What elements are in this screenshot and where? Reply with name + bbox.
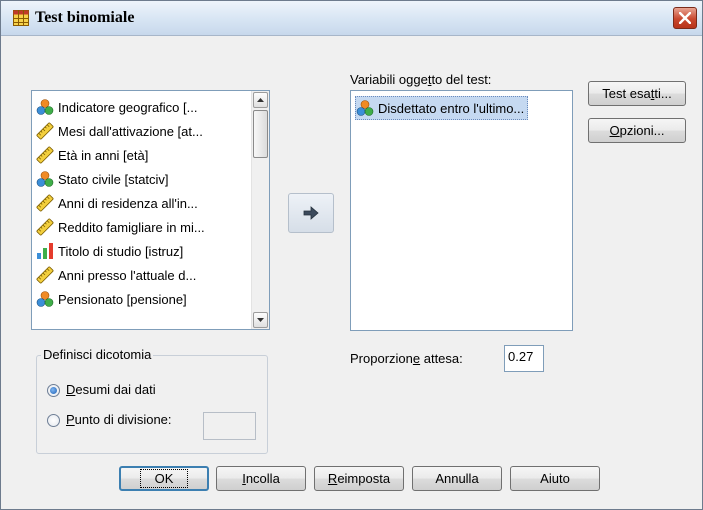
source-variable-item[interactable]: Anni di residenza all'in...	[36, 192, 198, 214]
test-variables-label: Variabili oggetto del test:	[350, 72, 491, 87]
test-variable-item-label: Disdettato entro l'ultimo...	[378, 100, 525, 116]
source-variable-item[interactable]: Reddito famigliare in mi...	[36, 216, 205, 238]
options-mnemonic: O	[609, 123, 620, 138]
source-variable-item-label: Età in anni [età]	[58, 147, 149, 163]
cut-point-text: unto di divisione:	[74, 412, 172, 427]
move-variable-button[interactable]	[288, 193, 334, 233]
nominal-icon	[36, 290, 54, 308]
nominal-icon	[356, 99, 374, 117]
scale-icon	[36, 218, 54, 236]
source-variable-item[interactable]: Mesi dall'attivazione [at...	[36, 120, 203, 142]
scale-icon	[36, 194, 54, 212]
from-data-mnemonic: D	[66, 382, 76, 397]
scale-icon	[36, 122, 54, 140]
close-button[interactable]	[673, 7, 697, 29]
scroll-thumb[interactable]	[253, 110, 268, 158]
scroll-up-button[interactable]	[253, 92, 268, 108]
test-variable-item[interactable]: Disdettato entro l'ultimo...	[355, 96, 529, 120]
reset-mnemonic: R	[327, 471, 338, 486]
source-variable-item[interactable]: Età in anni [età]	[36, 144, 148, 166]
close-icon	[679, 12, 691, 24]
dialog-title: Test binomiale	[35, 9, 135, 26]
expected-proportion-label: Proporzione attesa:	[350, 351, 463, 366]
title-bar[interactable]: Test binomiale	[1, 1, 702, 36]
arrow-up-icon	[257, 98, 264, 102]
nominal-icon	[36, 98, 54, 116]
source-variable-item[interactable]: Titolo di studio [istruz]	[36, 240, 183, 262]
source-variable-item-label: Indicatore geografico [...	[58, 99, 198, 115]
dialog-grid-icon	[13, 10, 29, 26]
reset-button[interactable]: Reimposta	[314, 466, 404, 491]
paste-button[interactable]: Incolla	[216, 466, 306, 491]
reset-label: eimposta	[337, 471, 391, 486]
cancel-button[interactable]: Annulla	[412, 466, 502, 491]
source-variable-item-label: Reddito famigliare in mi...	[58, 219, 205, 235]
expected-proportion-field[interactable]: 0.27	[504, 345, 544, 372]
source-variable-item-label: Stato civile [statciv]	[58, 171, 169, 187]
from-data-text: esumi dai dati	[75, 382, 156, 397]
exact-tests-label: Test esa	[602, 86, 651, 101]
source-variable-item-label: Mesi dall'attivazione [at...	[58, 123, 203, 139]
help-button[interactable]: Aiuto	[510, 466, 600, 491]
expected-proportion-text: attesa:	[420, 351, 463, 366]
arrow-down-icon	[257, 318, 264, 322]
source-variable-item[interactable]: Indicatore geografico [...	[36, 96, 197, 118]
scale-icon	[36, 266, 54, 284]
cut-point-mnemonic: P	[66, 412, 75, 427]
ordinal-icon	[36, 242, 54, 260]
exact-tests-button[interactable]: Test esa t ti...	[588, 81, 686, 106]
source-variable-item-label: Pensionato [pensione]	[58, 291, 187, 307]
ok-label: OK	[139, 469, 189, 488]
expected-proportion-text: Proporzion	[350, 351, 413, 366]
cut-point-radio[interactable]	[47, 414, 60, 427]
source-variable-item-label: Titolo di studio [istruz]	[58, 243, 184, 259]
source-variable-item[interactable]: Pensionato [pensione]	[36, 288, 187, 310]
arrow-right-icon	[303, 206, 319, 220]
source-variable-item[interactable]: Stato civile [statciv]	[36, 168, 169, 190]
source-variable-item-label: Anni di residenza all'in...	[58, 195, 198, 211]
exact-tests-label: ti...	[654, 86, 672, 101]
from-data-label[interactable]: Desumi dai dati	[66, 382, 156, 397]
options-label: pzioni...	[619, 123, 665, 138]
cut-point-field[interactable]	[203, 412, 256, 440]
test-variables-label-part: to del test:	[431, 72, 492, 87]
scale-icon	[36, 146, 54, 164]
from-data-radio[interactable]	[47, 384, 60, 397]
paste-label: ncolla	[245, 471, 280, 486]
source-variable-item[interactable]: Anni presso l'attuale d...	[36, 264, 196, 286]
scroll-down-button[interactable]	[253, 312, 268, 328]
source-variable-list[interactable]: Indicatore geografico [... Mesi dall'atti…	[31, 90, 270, 330]
ok-button[interactable]: OK	[119, 466, 209, 491]
source-variable-item-label: Anni presso l'attuale d...	[58, 267, 197, 283]
test-variables-label-part: Variabili ogge	[350, 72, 428, 87]
test-variable-list[interactable]: Disdettato entro l'ultimo...	[350, 90, 573, 331]
source-list-scrollbar[interactable]	[251, 91, 269, 329]
options-button[interactable]: Opzioni...	[588, 118, 686, 143]
dichotomy-legend: Definisci dicotomia	[41, 347, 154, 362]
cut-point-label[interactable]: Punto di divisione:	[66, 412, 172, 427]
binomial-test-dialog: Test binomiale Indicatore geografico [..…	[0, 0, 703, 510]
nominal-icon	[36, 170, 54, 188]
